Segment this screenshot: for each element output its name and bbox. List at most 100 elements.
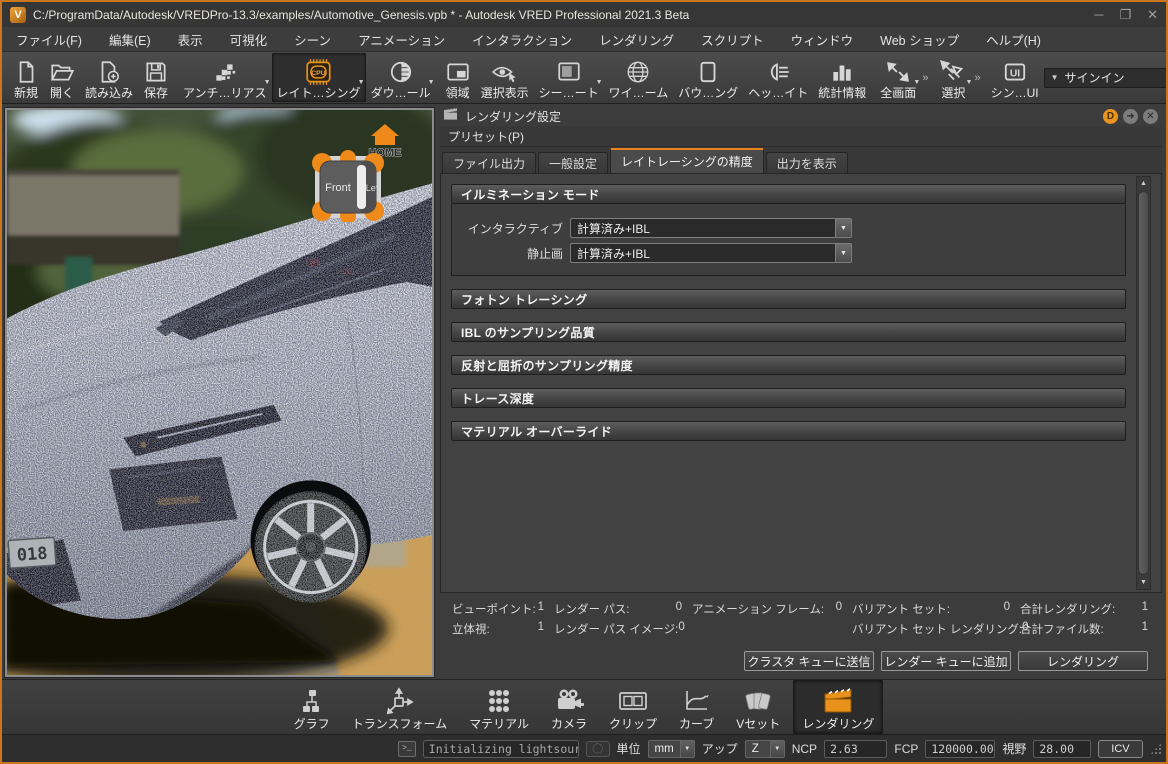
- undock-arrow-button[interactable]: ➜: [1123, 108, 1138, 124]
- tool-sync-ui[interactable]: UI シン…UI: [986, 53, 1044, 102]
- menu-help[interactable]: ヘルプ(H): [986, 30, 1041, 49]
- section-header-photon-tracing[interactable]: フォトン トレーシング: [451, 289, 1126, 309]
- unit-select[interactable]: mm ▼: [647, 739, 695, 758]
- menu-window[interactable]: ウィンドウ: [791, 30, 854, 49]
- chevron-down-icon[interactable]: ▼: [769, 740, 784, 757]
- scrollbar-thumb[interactable]: [1138, 191, 1149, 575]
- menu-rendering[interactable]: レンダリング: [599, 30, 674, 49]
- tool-save[interactable]: 保存: [138, 53, 174, 102]
- module-material[interactable]: マテリアル: [460, 680, 538, 734]
- module-rendering[interactable]: レンダリング: [793, 680, 884, 734]
- menu-visualization[interactable]: 可視化: [230, 30, 268, 49]
- scene-graph-icon: [298, 685, 326, 717]
- preset-menu[interactable]: プリセット(P): [440, 126, 1162, 147]
- open-folder-icon: [49, 58, 75, 86]
- module-curve[interactable]: カーブ: [670, 680, 723, 734]
- stat-label: アニメーション フレーム:: [692, 604, 825, 616]
- tool-raytracing[interactable]: CPU ▼ レイト…シング: [271, 53, 366, 102]
- dropdown-arrow-icon[interactable]: ▼: [596, 79, 603, 86]
- tab-file-output[interactable]: ファイル出力: [442, 152, 537, 173]
- module-graph[interactable]: グラフ: [285, 680, 339, 734]
- menu-webshop[interactable]: Web ショップ: [880, 30, 959, 49]
- tab-raytracing-quality[interactable]: レイトレーシングの精度: [610, 148, 764, 173]
- close-button[interactable]: ✕: [1147, 7, 1158, 23]
- tool-headlight[interactable]: ヘッ…イト: [743, 53, 813, 102]
- module-label: グラフ: [293, 717, 330, 731]
- panel-header[interactable]: レンダリング設定 D ➜ ✕: [440, 106, 1162, 126]
- dropdown-arrow-icon[interactable]: ▼: [264, 79, 271, 86]
- tool-fullscreen[interactable]: ▼ 全画面: [875, 53, 921, 102]
- resize-grip[interactable]: [1150, 742, 1162, 755]
- tool-open[interactable]: 開く: [44, 53, 80, 102]
- tool-bounding-box[interactable]: バウ…ング: [673, 53, 743, 102]
- tool-show-selection[interactable]: 選択表示: [476, 53, 534, 102]
- tool-import[interactable]: 読み込み: [80, 53, 138, 102]
- section-header-ibl-sampling[interactable]: IBL のサンプリング品質: [451, 322, 1126, 342]
- menu-scene[interactable]: シーン: [294, 30, 331, 49]
- tool-downscale[interactable]: ▼ ダウ…ール: [366, 53, 436, 102]
- dropdown-arrow-icon[interactable]: ▼: [428, 79, 435, 86]
- tool-antialiasing[interactable]: ▼ アンチ…リアス: [178, 53, 272, 102]
- settings-scrollbar[interactable]: ▲ ▼: [1136, 176, 1151, 590]
- view-cube[interactable]: HOME Front Lef: [307, 118, 411, 222]
- tab-show-output[interactable]: 出力を表示: [765, 152, 848, 173]
- dropdown-arrow-icon[interactable]: ▼: [966, 79, 973, 86]
- interactive-label: インタラクティブ: [467, 221, 563, 236]
- menu-animation[interactable]: アニメーション: [358, 30, 445, 49]
- dock-button[interactable]: D: [1103, 108, 1118, 124]
- menu-file[interactable]: ファイル(F): [16, 30, 82, 49]
- scroll-down-arrow[interactable]: ▼: [1137, 576, 1150, 589]
- stat-value: 1: [1141, 601, 1148, 613]
- tool-label: 選択: [941, 86, 966, 100]
- module-transform[interactable]: トランスフォーム: [343, 680, 456, 734]
- dropdown-arrow-icon[interactable]: ▼: [913, 79, 920, 86]
- scroll-up-arrow[interactable]: ▲: [1137, 177, 1150, 190]
- status-message-field[interactable]: Initializing lightsourc…: [422, 739, 579, 758]
- icv-button[interactable]: ICV: [1097, 739, 1144, 758]
- section-header-reflection-refraction[interactable]: 反射と屈折のサンプリング精度: [451, 355, 1126, 375]
- interactive-mode-value: 計算済み+IBL: [577, 221, 651, 236]
- tool-wireframe[interactable]: ワイ…ーム: [604, 53, 674, 102]
- tool-region[interactable]: 領域: [440, 53, 476, 102]
- interactive-mode-select[interactable]: 計算済み+IBL ▼: [570, 218, 852, 238]
- add-to-render-queue-button[interactable]: レンダー キューに追加: [881, 651, 1011, 671]
- toolbar-overflow-chevron[interactable]: »: [921, 72, 929, 84]
- fcp-field[interactable]: 120000.00: [925, 739, 996, 758]
- render-viewport[interactable]: 018 HOME Front Lef: [2, 104, 436, 679]
- tool-select[interactable]: ▼ 選択: [933, 53, 973, 102]
- toolbar-overflow-chevron[interactable]: »: [973, 72, 981, 84]
- still-frame-mode-select[interactable]: 計算済み+IBL ▼: [570, 243, 852, 263]
- render-button[interactable]: レンダリング: [1018, 651, 1148, 671]
- module-clip[interactable]: クリップ: [600, 680, 666, 734]
- chevron-down-icon[interactable]: ▼: [835, 219, 851, 237]
- sync-disabled-button[interactable]: ◯: [585, 740, 610, 757]
- chevron-down-icon[interactable]: ▼: [835, 244, 851, 262]
- dropdown-arrow-icon[interactable]: ▼: [358, 79, 365, 86]
- module-vset[interactable]: Vセット: [727, 680, 789, 734]
- section-header-trace-depth[interactable]: トレース深度: [451, 388, 1126, 408]
- minimize-button[interactable]: ─: [1094, 7, 1103, 23]
- fov-field[interactable]: 28.00: [1033, 739, 1091, 758]
- ncp-field[interactable]: 2.63: [824, 739, 888, 758]
- section-header-illumination[interactable]: イルミネーション モード: [451, 184, 1126, 204]
- menu-edit[interactable]: 編集(E): [109, 30, 151, 49]
- menu-view[interactable]: 表示: [178, 30, 203, 49]
- render-settings-panel: レンダリング設定 D ➜ ✕ プリセット(P) ファイル出力 一般設定 レイトレ…: [436, 104, 1166, 679]
- tool-statistics[interactable]: 統計情報: [813, 53, 871, 102]
- menu-script[interactable]: スクリプト: [701, 30, 764, 49]
- terminal-icon[interactable]: >_: [398, 740, 416, 757]
- tool-viewport-sheet[interactable]: ▼ シー…ート: [534, 53, 604, 102]
- panel-close-button[interactable]: ✕: [1143, 108, 1158, 124]
- tool-new[interactable]: 新規: [8, 53, 44, 102]
- send-to-cluster-queue-button[interactable]: クラスタ キューに送信: [744, 651, 874, 671]
- up-axis-select[interactable]: Z ▼: [744, 739, 785, 758]
- tab-general-settings[interactable]: 一般設定: [538, 152, 609, 173]
- cube-front-face[interactable]: Front: [325, 182, 351, 194]
- section-header-material-override[interactable]: マテリアル オーバーライド: [451, 421, 1126, 441]
- cube-left-face[interactable]: Lef: [366, 183, 379, 193]
- module-camera[interactable]: カメラ: [542, 680, 596, 734]
- chevron-down-icon[interactable]: ▼: [679, 740, 694, 757]
- menu-interaction[interactable]: インタラクション: [472, 30, 572, 49]
- sign-in-dropdown[interactable]: ▼ サインイン: [1043, 67, 1166, 88]
- maximize-button[interactable]: ❐: [1119, 7, 1131, 23]
